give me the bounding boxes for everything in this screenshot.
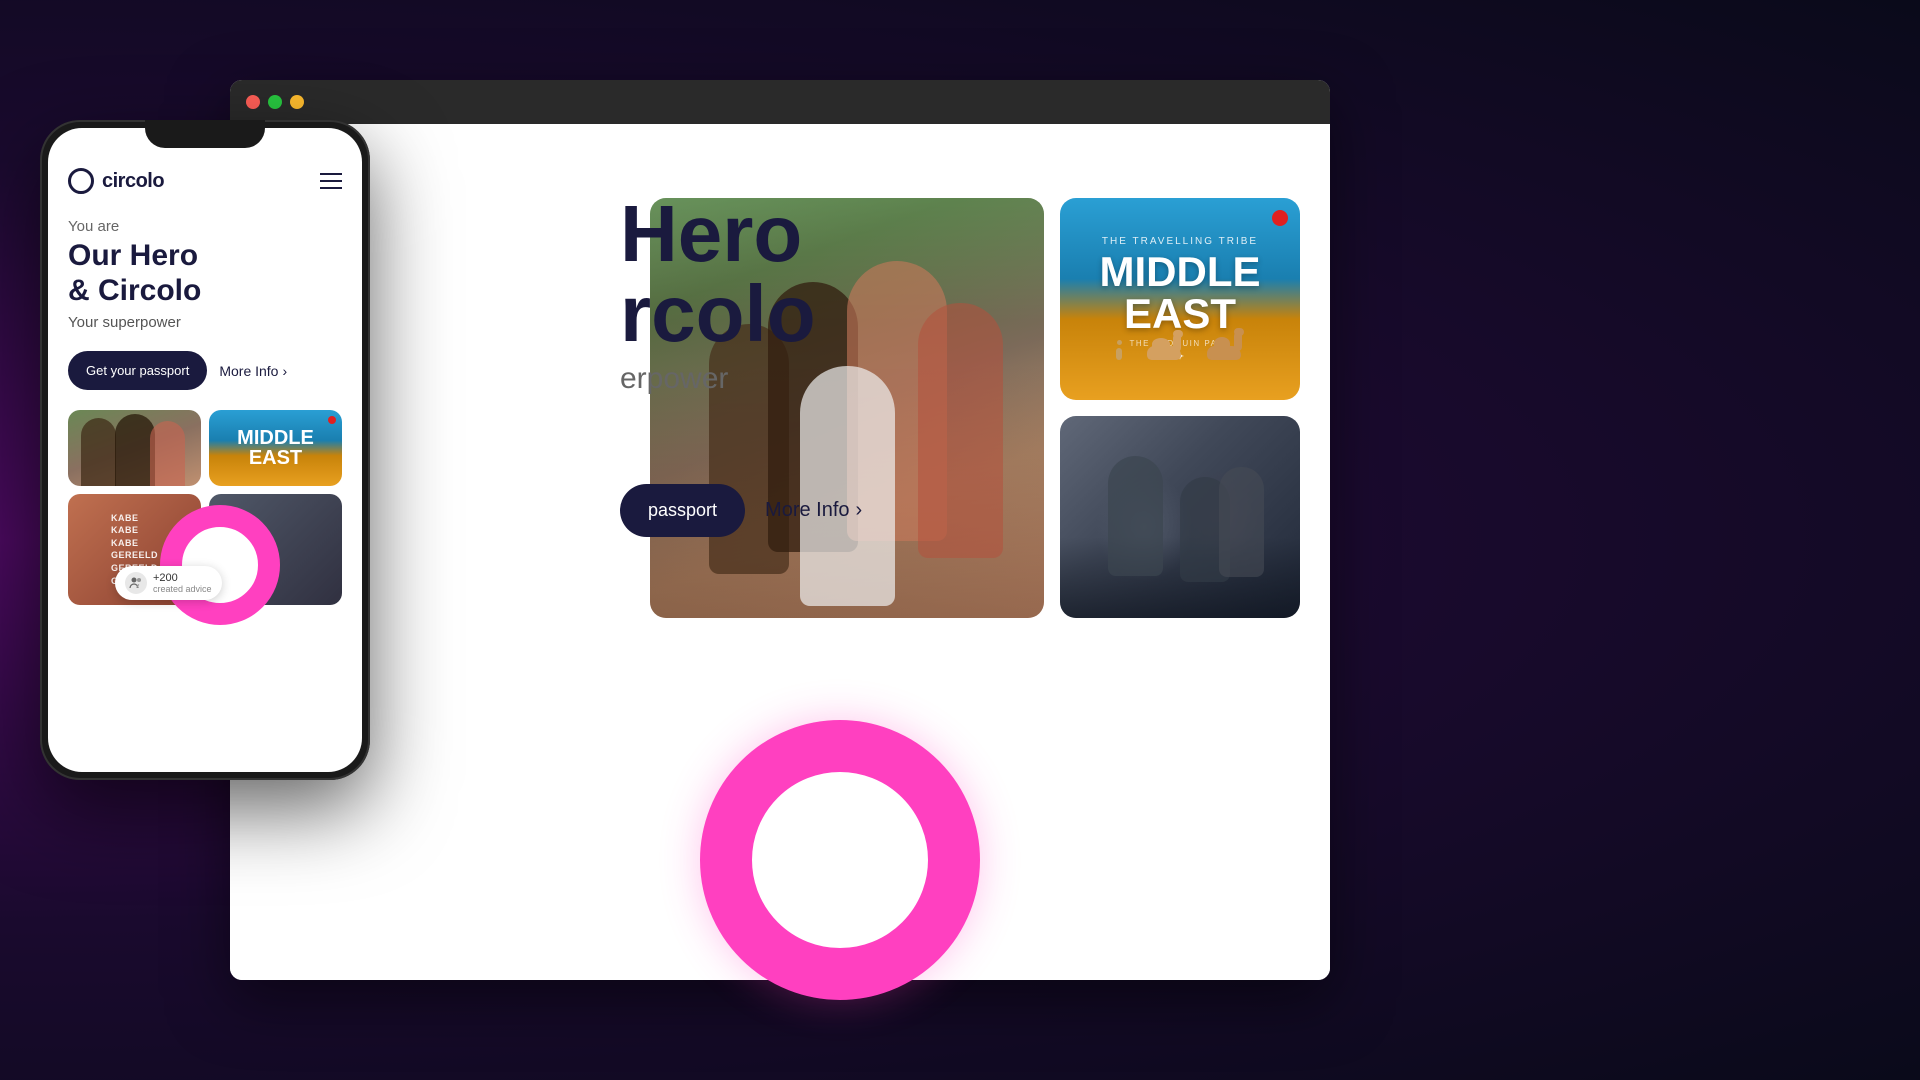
circolo-logo: circolo <box>68 168 164 194</box>
hero-circolo-partial: rcolo <box>620 274 816 354</box>
browser-maximize-button[interactable] <box>268 95 282 109</box>
phone-cta-area: Get your passport More Info › <box>68 351 342 390</box>
phone-nav: circolo <box>68 168 342 194</box>
browser-titlebar <box>230 80 1330 124</box>
phone-group-photo <box>68 410 201 486</box>
more-info-link-phone[interactable]: More Info › <box>219 363 287 379</box>
phone-pink-ring-overlay <box>160 505 280 625</box>
phone-red-dot <box>328 416 336 424</box>
members-icon <box>125 572 147 594</box>
more-info-link-browser[interactable]: More Info › <box>765 499 862 522</box>
chevron-right-icon-phone: › <box>282 363 287 379</box>
phone-superpower-label: Your superpower <box>68 314 342 331</box>
browser-cta-area: passport More Info › <box>620 484 862 537</box>
pink-ring-icon <box>700 720 980 1000</box>
phone-me-title: MIDDLEEAST <box>237 428 314 468</box>
members-count: +200 <box>153 572 212 584</box>
browser-close-button[interactable] <box>246 95 260 109</box>
members-label: created advice <box>153 584 212 594</box>
phone-screen: circolo You are Our Hero & Circolo Your … <box>48 128 362 772</box>
browser-minimize-button[interactable] <box>290 95 304 109</box>
get-passport-button[interactable]: Get your passport <box>68 351 207 390</box>
hamburger-menu-button[interactable] <box>320 173 342 189</box>
red-dot-indicator <box>1272 210 1288 226</box>
logo-text: circolo <box>102 170 164 193</box>
phone-hero-section: You are Our Hero & Circolo Your superpow… <box>68 218 342 331</box>
passport-button-browser[interactable]: passport <box>620 484 745 537</box>
decorative-pink-ring <box>700 720 980 1000</box>
phone-you-are-label: You are <box>68 218 342 235</box>
traveling-tribe-label: THE TRAVELLING TRIBE <box>1102 236 1258 247</box>
office-photo-card <box>1060 416 1300 618</box>
phone-hero-title: Our Hero & Circolo <box>68 239 342 308</box>
members-badge: +200 created advice <box>115 566 222 600</box>
phone-notch <box>145 120 265 148</box>
phone-middle-east-card: MIDDLEEAST <box>209 410 342 486</box>
phone-pink-ring-icon <box>160 505 280 625</box>
hero-section: Hero rcolo erpower <box>620 194 816 396</box>
phone-mockup: circolo You are Our Hero & Circolo Your … <box>40 120 370 780</box>
chevron-right-icon: › <box>856 499 863 522</box>
hero-title-partial: Hero <box>620 194 816 274</box>
logo-circle-icon <box>68 168 94 194</box>
hero-superpower-partial: erpower <box>620 362 816 396</box>
middle-east-card: THE TRAVELLING TRIBE MIDDLEEAST <box>1060 198 1300 400</box>
